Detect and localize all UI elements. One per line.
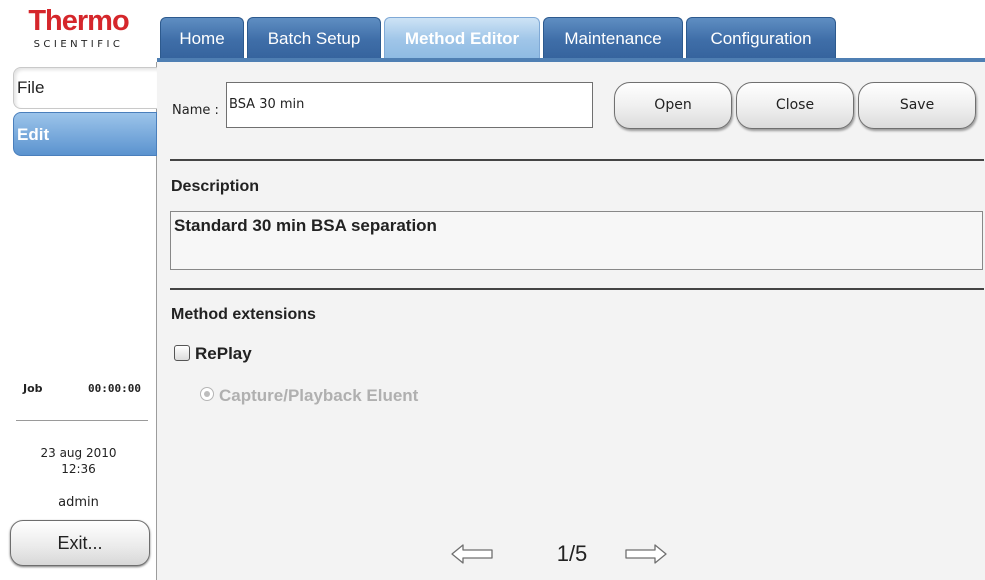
- job-label: Job: [23, 382, 43, 395]
- method-name-field[interactable]: BSA 30 min: [226, 82, 593, 128]
- right-arrow-icon[interactable]: [625, 543, 667, 565]
- close-button[interactable]: Close: [736, 82, 854, 129]
- current-user: admin: [58, 495, 99, 510]
- date-text: 23 aug 2010: [40, 446, 117, 460]
- tab-maintenance[interactable]: Maintenance: [543, 17, 683, 58]
- left-arrow-icon[interactable]: [451, 543, 493, 565]
- date-time-display: 23 aug 2010 12:36: [0, 445, 157, 477]
- method-extensions-heading: Method extensions: [171, 306, 316, 323]
- exit-button[interactable]: Exit...: [10, 520, 150, 566]
- tab-method-editor[interactable]: Method Editor: [384, 17, 540, 58]
- name-label: Name :: [172, 103, 219, 118]
- capture-playback-label: Capture/Playback Eluent: [219, 386, 419, 405]
- job-timer: 00:00:00: [88, 382, 141, 395]
- time-text: 12:36: [61, 462, 96, 476]
- description-heading: Description: [171, 178, 260, 195]
- sidebar-item-file[interactable]: File: [13, 67, 157, 109]
- pager: 1/5: [157, 540, 985, 570]
- method-editor-panel: Name : BSA 30 min Open Close Save Descri…: [157, 62, 985, 580]
- tab-batch-setup[interactable]: Batch Setup: [247, 17, 381, 58]
- logo-sub: SCIENTIFIC: [33, 39, 124, 50]
- main-tab-bar: Home Batch Setup Method Editor Maintenan…: [157, 0, 985, 62]
- tab-configuration[interactable]: Configuration: [686, 17, 836, 58]
- sidebar: File Edit Job 00:00:00 23 aug 2010 12:36…: [0, 62, 157, 580]
- sidebar-divider: [16, 420, 148, 421]
- replay-label[interactable]: RePlay: [195, 344, 252, 364]
- save-button[interactable]: Save: [858, 82, 976, 129]
- replay-checkbox[interactable]: [174, 345, 190, 361]
- section-divider: [170, 288, 984, 290]
- sidebar-item-edit[interactable]: Edit: [13, 112, 157, 156]
- thermo-logo: Thermo SCIENTIFIC: [0, 0, 157, 62]
- description-field[interactable]: Standard 30 min BSA separation: [170, 211, 983, 270]
- tab-home[interactable]: Home: [160, 17, 244, 58]
- open-button[interactable]: Open: [614, 82, 732, 129]
- page-indicator: 1/5: [556, 541, 588, 566]
- capture-playback-radio[interactable]: [200, 387, 214, 401]
- section-divider: [170, 159, 984, 161]
- logo-word: Thermo: [28, 5, 129, 37]
